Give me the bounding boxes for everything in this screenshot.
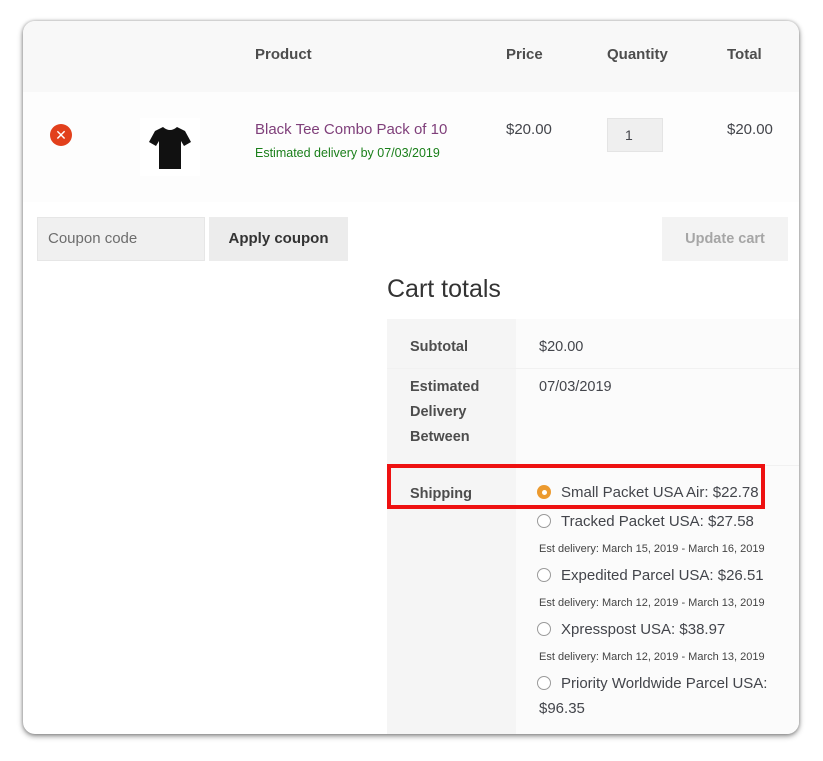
estimated-delivery-value: 07/03/2019 <box>539 379 612 395</box>
shipping-label: Shipping <box>410 486 473 502</box>
cart-item-row: ✕ Black Tee Combo Pack of 10 Estimated d… <box>23 92 799 202</box>
product-delivery-note: Estimated delivery by 07/03/2019 <box>255 146 440 160</box>
shipping-option-tracked-packet[interactable]: Tracked Packet USA: $27.58 <box>537 513 754 530</box>
radio-icon[interactable] <box>537 622 551 636</box>
shipping-option-expedited-parcel[interactable]: Expedited Parcel USA: $26.51 <box>537 567 764 584</box>
radio-icon[interactable] <box>537 676 551 690</box>
cart-table-header: Product Price Quantity Total <box>23 21 799 92</box>
tshirt-icon <box>149 127 191 169</box>
shipping-option-label: Small Packet USA Air: $22.78 <box>561 484 759 501</box>
row-divider <box>387 465 799 466</box>
shipping-option-label: Priority Worldwide Parcel USA: <box>561 675 768 692</box>
shipping-option-price-continued: $96.35 <box>539 700 585 717</box>
remove-item-icon[interactable]: ✕ <box>50 124 72 146</box>
estimated-delivery-label-1: Estimated <box>410 379 480 395</box>
shipping-option-label: Xpresspost USA: $38.97 <box>561 621 726 638</box>
apply-coupon-button[interactable]: Apply coupon <box>209 217 348 261</box>
quantity-input[interactable]: 1 <box>607 118 663 152</box>
shipping-option-priority-worldwide[interactable]: Priority Worldwide Parcel USA: <box>537 675 767 692</box>
radio-selected-icon[interactable] <box>537 485 551 499</box>
product-name-link[interactable]: Black Tee Combo Pack of 10 <box>255 121 447 138</box>
header-price: Price <box>506 46 543 63</box>
shipping-est-delivery: Est delivery: March 12, 2019 - March 13,… <box>539 651 765 663</box>
header-total: Total <box>727 46 762 63</box>
update-cart-button[interactable]: Update cart <box>662 217 788 261</box>
subtotal-label: Subtotal <box>410 339 468 355</box>
radio-icon[interactable] <box>537 568 551 582</box>
cart-totals-title: Cart totals <box>387 275 501 303</box>
coupon-code-input[interactable]: Coupon code <box>37 217 205 261</box>
product-price: $20.00 <box>506 121 552 138</box>
shipping-est-delivery: Est delivery: March 12, 2019 - March 13,… <box>539 597 765 609</box>
product-total: $20.00 <box>727 121 773 138</box>
cart-totals-table: Subtotal $20.00 Estimated Delivery Betwe… <box>387 319 799 734</box>
shipping-option-xpresspost[interactable]: Xpresspost USA: $38.97 <box>537 621 725 638</box>
shipping-option-label: Expedited Parcel USA: $26.51 <box>561 567 764 584</box>
radio-icon[interactable] <box>537 514 551 528</box>
header-quantity: Quantity <box>607 46 668 63</box>
subtotal-value: $20.00 <box>539 339 584 355</box>
shipping-est-delivery: Est delivery: March 15, 2019 - March 16,… <box>539 543 765 555</box>
shipping-option-small-packet[interactable]: Small Packet USA Air: $22.78 <box>537 484 759 501</box>
estimated-delivery-label-3: Between <box>410 429 470 445</box>
shipping-option-label: Tracked Packet USA: $27.58 <box>561 513 754 530</box>
cart-window: Product Price Quantity Total ✕ Black Tee… <box>23 21 799 734</box>
row-divider <box>387 368 799 369</box>
header-product: Product <box>255 46 312 63</box>
product-thumbnail[interactable] <box>140 118 200 176</box>
estimated-delivery-label-2: Delivery <box>410 404 467 420</box>
